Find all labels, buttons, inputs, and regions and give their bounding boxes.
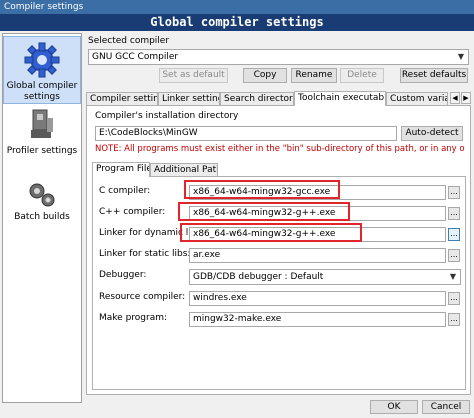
highlight-cpp-compiler bbox=[178, 202, 350, 221]
tab-linker-settings[interactable]: Linker settings bbox=[158, 92, 220, 106]
subtab-additional-paths[interactable]: Additional Paths bbox=[150, 163, 218, 177]
sidebar-item-label: Global compiler settings bbox=[6, 81, 78, 102]
sidebar-item-label: Batch builds bbox=[14, 212, 70, 222]
install-dir-label: Compiler's installation directory bbox=[95, 111, 239, 121]
c-compiler-browse-button[interactable]: ... bbox=[448, 186, 460, 199]
chevron-down-icon: ▼ bbox=[457, 52, 465, 61]
subtab-program-files[interactable]: Program Files bbox=[92, 162, 150, 177]
sidebar-item-label: Profiler settings bbox=[6, 146, 78, 156]
make-program-label: Make program: bbox=[99, 313, 168, 323]
debugger-dropdown[interactable]: GDB/CDB debugger : Default ▼ bbox=[189, 269, 461, 285]
reset-defaults-button[interactable]: Reset defaults bbox=[400, 68, 468, 83]
tab-search-directories[interactable]: Search directories bbox=[220, 92, 294, 106]
gear-icon bbox=[24, 42, 60, 78]
selected-compiler-label: Selected compiler bbox=[88, 36, 170, 46]
tab-scroll-right-icon[interactable]: ▶ bbox=[461, 92, 471, 104]
sidebar-item-batch-builds[interactable]: Batch builds bbox=[3, 180, 81, 230]
install-dir-note: NOTE: All programs must exist either in … bbox=[95, 144, 465, 154]
auto-detect-button[interactable]: Auto-detect bbox=[401, 126, 463, 141]
make-program-browse-button[interactable]: ... bbox=[448, 313, 460, 326]
copy-button[interactable]: Copy bbox=[243, 68, 287, 83]
tab-scroll-left-icon[interactable]: ◀ bbox=[450, 92, 460, 104]
resource-compiler-field[interactable]: windres.exe bbox=[189, 291, 446, 306]
sidebar-item-profiler[interactable]: Profiler settings bbox=[3, 108, 81, 164]
ok-button[interactable]: OK bbox=[370, 400, 418, 414]
settings-sidebar: Global compiler settings Profiler settin… bbox=[2, 33, 82, 403]
tab-toolchain-executables[interactable]: Toolchain executables bbox=[294, 91, 386, 106]
compiler-settings-window: Compiler settings Global compiler settin… bbox=[0, 0, 474, 418]
rename-button[interactable]: Rename bbox=[291, 68, 337, 83]
cpp-compiler-label: C++ compiler: bbox=[99, 207, 166, 217]
set-default-button[interactable]: Set as default bbox=[159, 68, 228, 83]
profiler-icon bbox=[31, 109, 53, 138]
toolchain-panel: Compiler's installation directory E:\Cod… bbox=[86, 105, 471, 395]
cpp-compiler-browse-button[interactable]: ... bbox=[448, 207, 460, 220]
highlight-c-compiler bbox=[184, 180, 340, 199]
static-linker-field[interactable]: ar.exe bbox=[189, 248, 446, 263]
delete-button[interactable]: Delete bbox=[340, 68, 384, 83]
static-linker-label: Linker for static libs: bbox=[99, 249, 191, 259]
install-dir-input[interactable]: E:\CodeBlocks\MinGW bbox=[95, 126, 397, 141]
cancel-button[interactable]: Cancel bbox=[422, 400, 470, 414]
tab-compiler-settings[interactable]: Compiler settings bbox=[86, 92, 158, 106]
tab-custom-variable[interactable]: Custom variable bbox=[386, 92, 448, 106]
debugger-label: Debugger: bbox=[99, 270, 147, 280]
selected-compiler-value: GNU GCC Compiler bbox=[92, 52, 179, 62]
highlight-dynamic-linker bbox=[180, 223, 362, 242]
debugger-value: GDB/CDB debugger : Default bbox=[193, 272, 324, 282]
selected-compiler-dropdown[interactable]: GNU GCC Compiler ▼ bbox=[88, 49, 469, 65]
c-compiler-label: C compiler: bbox=[99, 186, 151, 196]
global-compiler-banner: Global compiler settings bbox=[0, 14, 474, 31]
make-program-field[interactable]: mingw32-make.exe bbox=[189, 312, 446, 327]
resource-compiler-browse-button[interactable]: ... bbox=[448, 292, 460, 305]
resource-compiler-label: Resource compiler: bbox=[99, 292, 186, 302]
chevron-down-icon: ▼ bbox=[449, 272, 457, 281]
dynamic-linker-browse-button[interactable]: ... bbox=[448, 228, 460, 241]
batch-builds-icon bbox=[29, 183, 55, 207]
window-title: Compiler settings bbox=[0, 0, 474, 14]
static-linker-browse-button[interactable]: ... bbox=[448, 249, 460, 262]
sidebar-item-global-compiler[interactable]: Global compiler settings bbox=[3, 36, 81, 104]
